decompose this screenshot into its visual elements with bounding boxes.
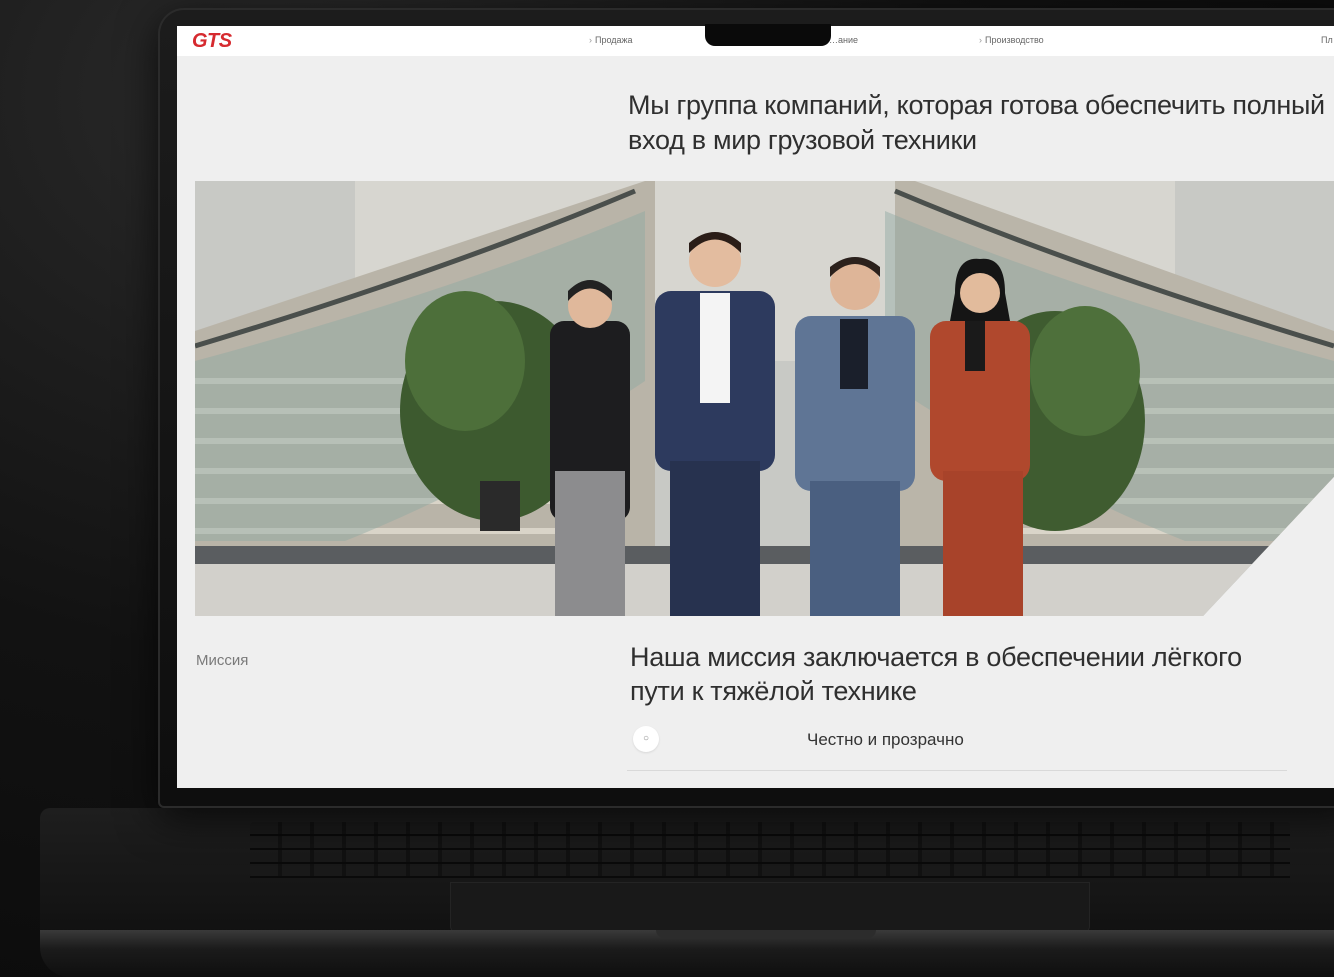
value-label: Честно и прозрачно — [807, 730, 964, 749]
camera-notch — [705, 24, 831, 46]
nav-link-label: Производство — [985, 35, 1044, 45]
nav-link-label: …ание — [829, 35, 859, 45]
nav-link-service[interactable]: …ание — [829, 35, 858, 45]
chevron-right-icon: › — [589, 35, 592, 45]
mission-section-label: Миссия — [196, 652, 249, 669]
nav-link-label: Продажа — [595, 35, 633, 45]
laptop-screen: GTS › Продажа …ание › Производство Пл Мы г… — [177, 26, 1334, 788]
nav-link-cut-off[interactable]: Пл — [1321, 35, 1333, 45]
keyboard-rows — [250, 822, 1290, 878]
hero-headline: Мы группа компаний, которая готова обесп… — [628, 90, 1325, 155]
laptop-hinge-notch — [656, 930, 876, 938]
value-accordion-item[interactable]: ○ Честно и прозрачно — [627, 726, 1287, 771]
team-photo — [195, 181, 1334, 616]
chevron-right-icon: › — [979, 35, 982, 45]
gts-logo[interactable]: GTS — [192, 30, 232, 53]
mission-statement: Наша миссия заключается в обеспечении лё… — [630, 642, 1242, 706]
nav-link-production[interactable]: › Производство — [979, 35, 1044, 45]
laptop-trackpad — [450, 882, 1090, 934]
nav-link-sales[interactable]: › Продажа — [589, 35, 633, 45]
circle-icon: ○ — [633, 726, 659, 752]
